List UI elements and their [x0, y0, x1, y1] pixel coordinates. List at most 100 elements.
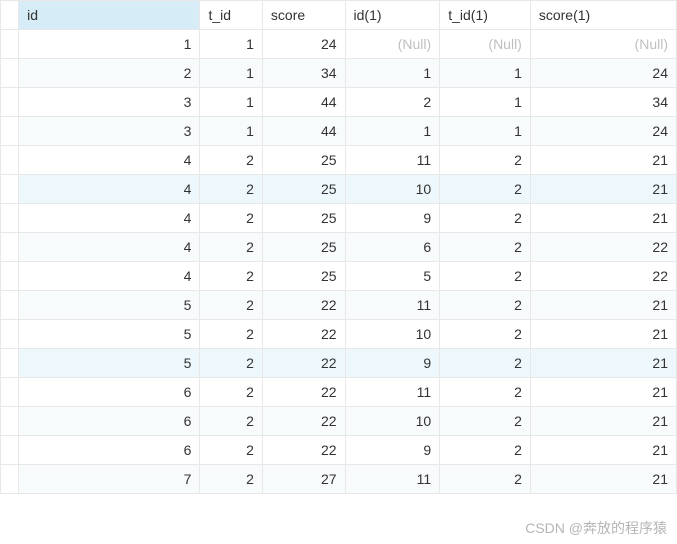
cell-t_id[interactable]: 2: [200, 146, 262, 175]
cell-id1[interactable]: 2: [345, 88, 440, 117]
cell-id1[interactable]: 9: [345, 204, 440, 233]
cell-score1[interactable]: (Null): [530, 30, 676, 59]
cell-t_id[interactable]: 1: [200, 117, 262, 146]
row-number-cell[interactable]: [1, 204, 19, 233]
cell-t_id[interactable]: 2: [200, 291, 262, 320]
cell-score[interactable]: 25: [262, 233, 345, 262]
row-number-cell[interactable]: [1, 378, 19, 407]
cell-id[interactable]: 7: [19, 465, 200, 494]
table-row[interactable]: 522211221: [1, 291, 677, 320]
column-header-id1[interactable]: id(1): [345, 1, 440, 30]
column-header-id[interactable]: id: [19, 1, 200, 30]
row-number-cell[interactable]: [1, 88, 19, 117]
cell-t_id1[interactable]: 2: [440, 262, 531, 291]
cell-id[interactable]: 3: [19, 117, 200, 146]
table-row[interactable]: 42255222: [1, 262, 677, 291]
row-number-cell[interactable]: [1, 262, 19, 291]
cell-t_id1[interactable]: 2: [440, 407, 531, 436]
cell-score[interactable]: 25: [262, 146, 345, 175]
cell-id[interactable]: 4: [19, 175, 200, 204]
cell-id[interactable]: 3: [19, 88, 200, 117]
row-number-header[interactable]: [1, 1, 19, 30]
table-row[interactable]: 1124(Null)(Null)(Null): [1, 30, 677, 59]
data-grid[interactable]: id t_id score id(1) t_id(1) score(1) 112…: [0, 0, 677, 494]
row-number-cell[interactable]: [1, 233, 19, 262]
cell-t_id[interactable]: 2: [200, 233, 262, 262]
cell-score[interactable]: 44: [262, 117, 345, 146]
table-row[interactable]: 522210221: [1, 320, 677, 349]
cell-id[interactable]: 5: [19, 349, 200, 378]
cell-score1[interactable]: 22: [530, 233, 676, 262]
cell-t_id[interactable]: 2: [200, 204, 262, 233]
cell-id1[interactable]: 10: [345, 320, 440, 349]
cell-t_id1[interactable]: 1: [440, 88, 531, 117]
table-row[interactable]: 52229221: [1, 349, 677, 378]
cell-score1[interactable]: 21: [530, 465, 676, 494]
column-header-score[interactable]: score: [262, 1, 345, 30]
cell-id1[interactable]: 9: [345, 436, 440, 465]
cell-score[interactable]: 34: [262, 59, 345, 88]
cell-id[interactable]: 1: [19, 30, 200, 59]
cell-score1[interactable]: 21: [530, 407, 676, 436]
cell-score[interactable]: 24: [262, 30, 345, 59]
cell-score[interactable]: 22: [262, 320, 345, 349]
cell-t_id1[interactable]: 2: [440, 146, 531, 175]
row-number-cell[interactable]: [1, 59, 19, 88]
table-row[interactable]: 31441124: [1, 117, 677, 146]
cell-score[interactable]: 22: [262, 407, 345, 436]
cell-score1[interactable]: 21: [530, 436, 676, 465]
cell-id[interactable]: 4: [19, 233, 200, 262]
row-number-cell[interactable]: [1, 30, 19, 59]
row-number-cell[interactable]: [1, 349, 19, 378]
cell-id1[interactable]: 10: [345, 175, 440, 204]
table-row[interactable]: 722711221: [1, 465, 677, 494]
cell-t_id1[interactable]: (Null): [440, 30, 531, 59]
cell-score[interactable]: 25: [262, 204, 345, 233]
cell-id1[interactable]: 10: [345, 407, 440, 436]
table-row[interactable]: 422511221: [1, 146, 677, 175]
cell-score[interactable]: 25: [262, 175, 345, 204]
cell-id1[interactable]: 6: [345, 233, 440, 262]
column-header-tid[interactable]: t_id: [200, 1, 262, 30]
cell-t_id[interactable]: 2: [200, 436, 262, 465]
cell-id[interactable]: 6: [19, 407, 200, 436]
cell-score1[interactable]: 21: [530, 146, 676, 175]
cell-id1[interactable]: 11: [345, 146, 440, 175]
cell-score[interactable]: 22: [262, 436, 345, 465]
cell-id[interactable]: 5: [19, 291, 200, 320]
cell-id1[interactable]: 11: [345, 465, 440, 494]
cell-score1[interactable]: 21: [530, 378, 676, 407]
cell-id1[interactable]: 1: [345, 59, 440, 88]
cell-t_id1[interactable]: 2: [440, 436, 531, 465]
cell-id[interactable]: 4: [19, 262, 200, 291]
cell-id[interactable]: 2: [19, 59, 200, 88]
cell-score1[interactable]: 24: [530, 117, 676, 146]
row-number-cell[interactable]: [1, 146, 19, 175]
cell-t_id[interactable]: 2: [200, 465, 262, 494]
table-row[interactable]: 42259221: [1, 204, 677, 233]
column-header-tid1[interactable]: t_id(1): [440, 1, 531, 30]
table-row[interactable]: 21341124: [1, 59, 677, 88]
table-row[interactable]: 622211221: [1, 378, 677, 407]
cell-score[interactable]: 25: [262, 262, 345, 291]
row-number-cell[interactable]: [1, 291, 19, 320]
cell-score[interactable]: 27: [262, 465, 345, 494]
cell-id[interactable]: 4: [19, 204, 200, 233]
cell-id1[interactable]: (Null): [345, 30, 440, 59]
cell-t_id1[interactable]: 2: [440, 291, 531, 320]
cell-score[interactable]: 44: [262, 88, 345, 117]
cell-t_id[interactable]: 2: [200, 175, 262, 204]
cell-t_id1[interactable]: 2: [440, 349, 531, 378]
cell-score[interactable]: 22: [262, 378, 345, 407]
cell-id1[interactable]: 9: [345, 349, 440, 378]
cell-score[interactable]: 22: [262, 291, 345, 320]
cell-t_id1[interactable]: 2: [440, 175, 531, 204]
row-number-cell[interactable]: [1, 436, 19, 465]
cell-t_id1[interactable]: 1: [440, 117, 531, 146]
cell-id[interactable]: 6: [19, 378, 200, 407]
cell-score1[interactable]: 21: [530, 204, 676, 233]
cell-id1[interactable]: 5: [345, 262, 440, 291]
table-row[interactable]: 622210221: [1, 407, 677, 436]
column-header-score1[interactable]: score(1): [530, 1, 676, 30]
cell-t_id1[interactable]: 2: [440, 465, 531, 494]
